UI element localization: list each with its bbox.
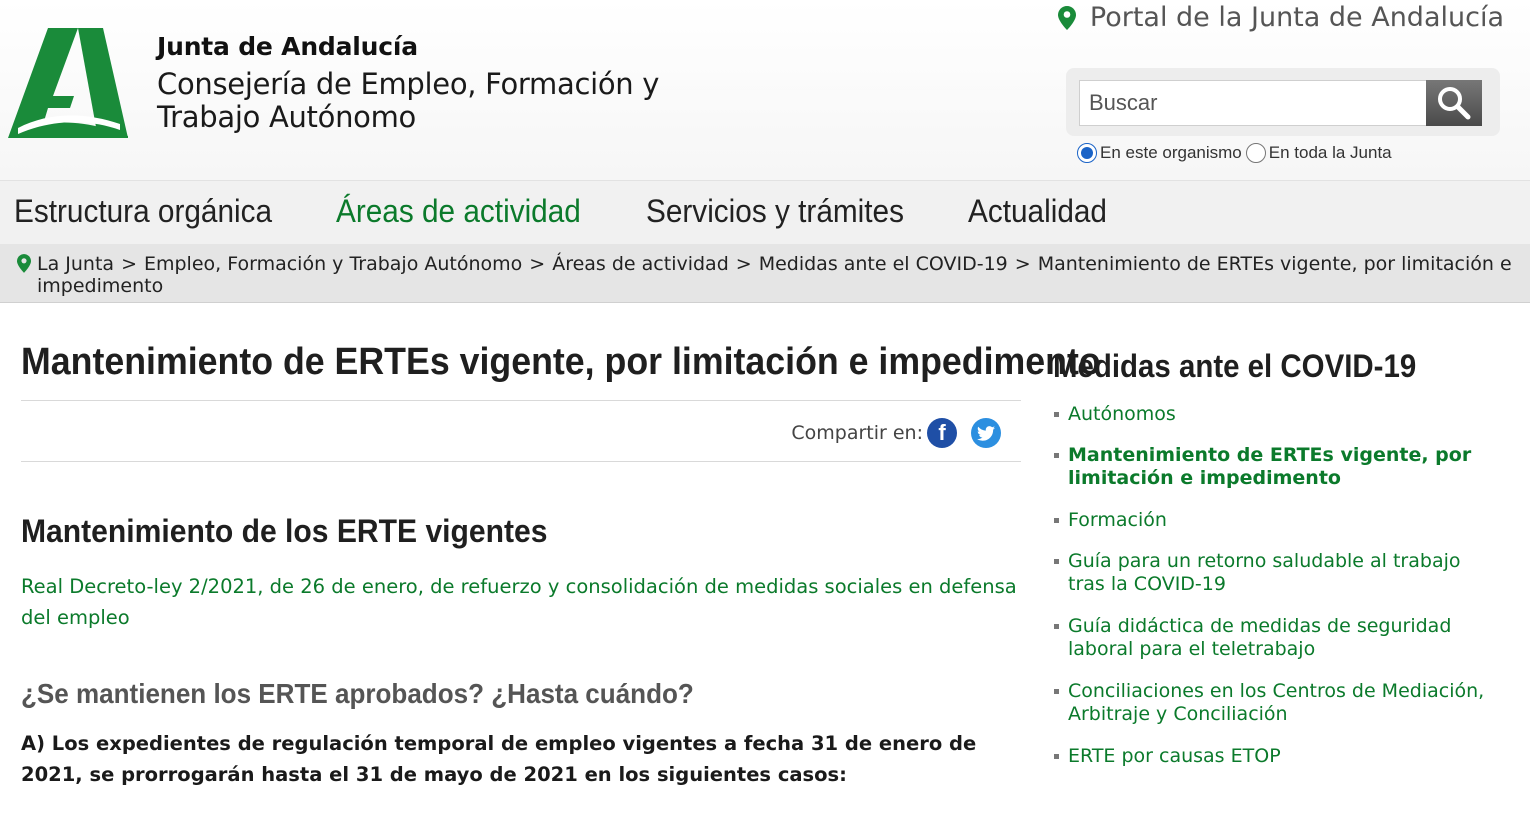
breadcrumb-item-empleo[interactable]: Empleo, Formación y Trabajo Autónomo <box>144 253 522 275</box>
sidebar-item-autonomos[interactable]: Autónomos <box>1053 403 1493 426</box>
search-button[interactable] <box>1426 80 1482 126</box>
nav-item-estructura[interactable]: Estructura orgánica <box>14 193 272 230</box>
map-pin-icon <box>17 254 31 273</box>
breadcrumb-item-areas[interactable]: Áreas de actividad <box>552 253 729 275</box>
breadcrumb-separator: > <box>529 253 546 275</box>
scope-whole-junta[interactable]: En toda la Junta <box>1245 143 1392 163</box>
scope-this-organism[interactable]: En este organismo <box>1077 143 1242 163</box>
site-header: Junta de Andalucía Consejería de Empleo,… <box>0 0 1530 180</box>
breadcrumb-item-covid[interactable]: Medidas ante el COVID-19 <box>759 253 1008 275</box>
portal-link[interactable]: Portal de la Junta de Andalucía <box>1057 2 1504 33</box>
portal-link-label: Portal de la Junta de Andalucía <box>1089 2 1504 33</box>
sidebar-item-conciliaciones[interactable]: Conciliaciones en los Centros de Mediaci… <box>1053 680 1493 726</box>
twitter-icon[interactable] <box>971 418 1001 448</box>
map-pin-icon <box>1057 5 1076 30</box>
scope-this-organism-radio[interactable] <box>1077 143 1097 163</box>
junta-andalucia-logo[interactable] <box>8 24 130 140</box>
department-name: Consejería de Empleo, Formación y Trabaj… <box>157 67 660 134</box>
share-label: Compartir en: <box>791 422 923 444</box>
section-title: Mantenimiento de los ERTE vigentes <box>21 513 548 549</box>
org-name: Junta de Andalucía <box>157 32 418 61</box>
nav-item-actualidad[interactable]: Actualidad <box>968 193 1107 230</box>
divider <box>21 461 1021 462</box>
nav-item-servicios[interactable]: Servicios y trámites <box>646 193 904 230</box>
facebook-icon[interactable]: f <box>927 418 957 448</box>
share-bar: Compartir en: f <box>791 418 1001 448</box>
sidebar-list: Autónomos Mantenimiento de ERTEs vigente… <box>1053 403 1493 768</box>
search-box <box>1066 68 1500 136</box>
search-scope: En este organismo En toda la Junta <box>1077 143 1396 163</box>
scope-whole-junta-radio[interactable] <box>1245 143 1266 163</box>
divider <box>21 400 1021 401</box>
sidebar-item-guia-teletrabajo[interactable]: Guía didáctica de medidas de seguridad l… <box>1053 615 1493 661</box>
breadcrumb-separator: > <box>1014 253 1031 275</box>
scope-whole-junta-label: En toda la Junta <box>1268 143 1392 162</box>
sidebar-item-mantenimiento-ertes[interactable]: Mantenimiento de ERTEs vigente, por limi… <box>1053 444 1493 490</box>
question-heading: ¿Se mantienen los ERTE aprobados? ¿Hasta… <box>21 678 694 709</box>
breadcrumb: La Junta > Empleo, Formación y Trabajo Aut… <box>0 244 1530 303</box>
search-input[interactable] <box>1079 80 1427 126</box>
scope-this-organism-label: En este organismo <box>1100 143 1242 162</box>
extension-paragraph: A) Los expedientes de regulación tempora… <box>21 732 977 786</box>
breadcrumb-trail: La Junta > Empleo, Formación y Trabajo Aut… <box>37 253 1517 297</box>
decree-link[interactable]: Real Decreto-ley 2/2021, de 26 de enero,… <box>21 571 1021 633</box>
sidebar-title: Medidas ante el COVID-19 <box>1053 348 1417 384</box>
nav-item-areas[interactable]: Áreas de actividad <box>336 193 581 230</box>
sidebar-item-guia-retorno[interactable]: Guía para un retorno saludable al trabaj… <box>1053 550 1493 596</box>
page-title: Mantenimiento de ERTEs vigente, por limi… <box>21 341 1101 383</box>
sidebar-item-formacion[interactable]: Formación <box>1053 509 1493 532</box>
sidebar-item-erte-etop[interactable]: ERTE por causas ETOP <box>1053 745 1493 768</box>
breadcrumb-item-la-junta[interactable]: La Junta <box>37 253 114 275</box>
breadcrumb-separator: > <box>735 253 752 275</box>
breadcrumb-separator: > <box>121 253 137 275</box>
main-nav: Estructura orgánica Áreas de actividad S… <box>0 180 1530 244</box>
magnifier-icon <box>1438 87 1471 120</box>
